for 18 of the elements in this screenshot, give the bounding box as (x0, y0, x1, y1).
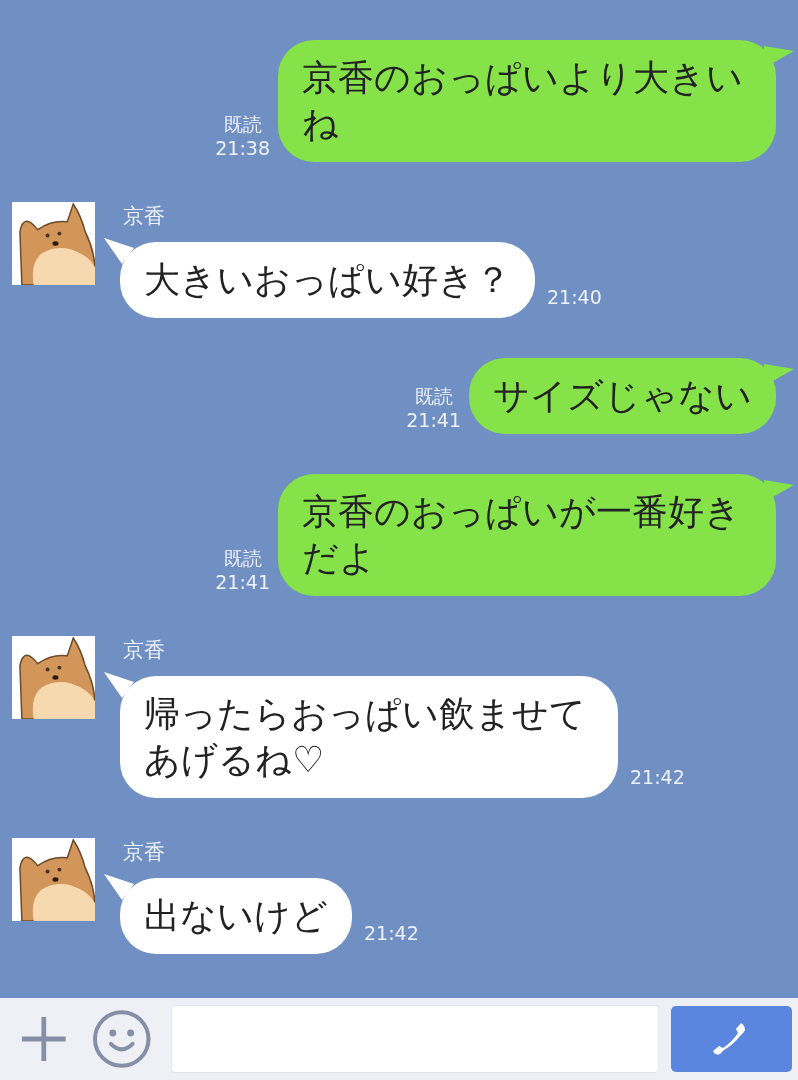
message-time: 21:42 (630, 766, 685, 788)
read-receipt: 既読 (223, 546, 262, 570)
sender-name: 京香 (123, 637, 166, 664)
message-bubble: 大きいおっぱい好き？ (120, 242, 535, 318)
message-time: 21:42 (364, 922, 419, 944)
read-receipt: 既読 (223, 112, 262, 136)
sender-name: 京香 (123, 203, 166, 230)
message-bubble: 京香のおっぱいより大きいね (278, 40, 776, 162)
message-bubble: 帰ったらおっぱい飲ませてあげるね♡ (120, 676, 618, 798)
message-time: 21:41 (215, 570, 270, 594)
message-bubble: 京香のおっぱいが一番好きだよ (278, 474, 776, 596)
sender-name: 京香 (123, 839, 166, 866)
message-time: 21:38 (215, 136, 270, 160)
message-bubble: 出ないけど (120, 878, 352, 954)
message-time: 21:40 (547, 286, 602, 308)
message-time: 21:41 (406, 408, 461, 432)
message-bubble: サイズじゃない (469, 358, 776, 434)
read-receipt: 既読 (414, 384, 453, 408)
